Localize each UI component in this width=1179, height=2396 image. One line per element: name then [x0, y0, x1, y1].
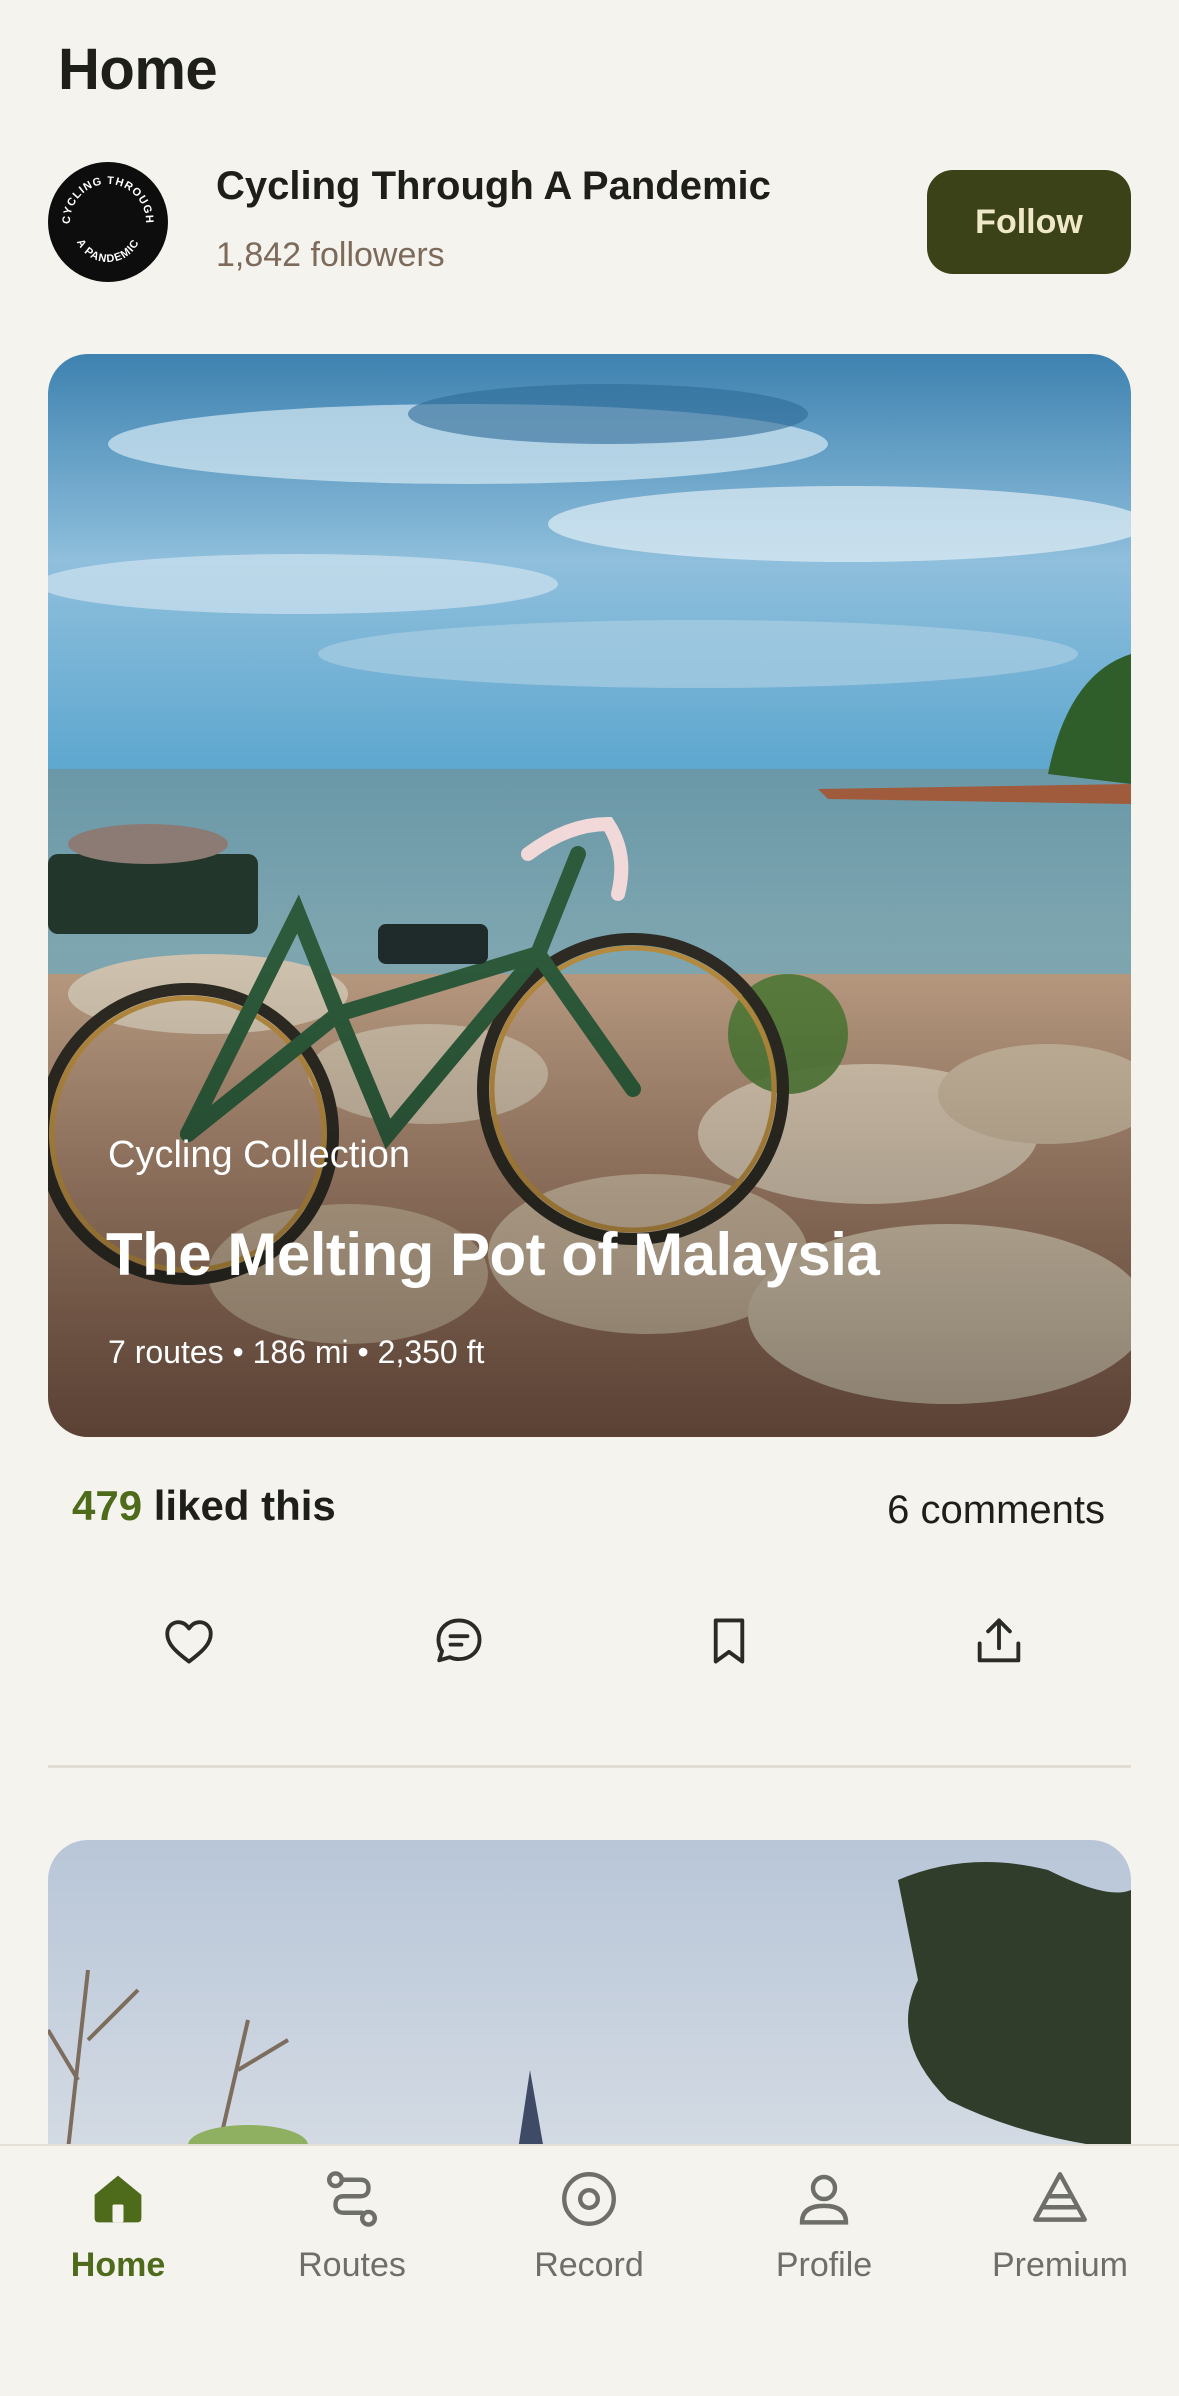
- nav-label-premium: Premium: [991, 2246, 1129, 2284]
- home-icon: [94, 2175, 142, 2223]
- collection-title: The Melting Pot of Malaysia: [106, 1221, 880, 1288]
- collection-card[interactable]: Cycling Collection The Melting Pot of Ma…: [48, 354, 1131, 1437]
- avatar[interactable]: CYCLING THROUGH A PANDEMIC: [48, 162, 168, 282]
- share-button[interactable]: [962, 1604, 1036, 1678]
- like-count-number: 479: [72, 1482, 143, 1529]
- comment-count[interactable]: 6 comments: [887, 1488, 1105, 1533]
- nav-label-home: Home: [70, 2246, 166, 2284]
- nav-item-home[interactable]: Home: [18, 2166, 218, 2316]
- like-button[interactable]: [152, 1604, 226, 1678]
- route-icon: [326, 2171, 378, 2227]
- bottom-nav-bar: Home Routes Record Profile Premium: [0, 2144, 1179, 2396]
- channel-header: CYCLING THROUGH A PANDEMIC Cycling Throu…: [48, 160, 1131, 284]
- bookmark-icon: [713, 1618, 745, 1664]
- follow-button[interactable]: Follow: [927, 170, 1131, 274]
- nav-item-routes[interactable]: Routes: [252, 2166, 452, 2316]
- comment-button[interactable]: [422, 1604, 496, 1678]
- record-icon: [562, 2172, 616, 2226]
- action-bar: [48, 1604, 1131, 1678]
- save-button[interactable]: [692, 1604, 766, 1678]
- page-title: Home: [58, 37, 218, 102]
- heart-icon: [165, 1620, 213, 1664]
- premium-icon: [1033, 2172, 1087, 2222]
- nav-label-record: Record: [534, 2246, 644, 2284]
- like-count-suffix: liked this: [142, 1482, 336, 1529]
- nav-item-premium[interactable]: Premium: [960, 2166, 1160, 2316]
- collection-stats: 7 routes • 186 mi • 2,350 ft: [108, 1334, 485, 1370]
- share-upload-icon: [977, 1618, 1021, 1663]
- nav-item-profile[interactable]: Profile: [724, 2166, 924, 2316]
- collection-type-label: Cycling Collection: [108, 1134, 411, 1176]
- channel-name[interactable]: Cycling Through A Pandemic: [216, 164, 771, 209]
- nav-label-profile: Profile: [775, 2246, 873, 2284]
- like-count[interactable]: 479 liked this: [72, 1482, 336, 1530]
- nav-item-record[interactable]: Record: [489, 2166, 689, 2316]
- chat-bubble-icon: [436, 1618, 482, 1663]
- follower-count: 1,842 followers: [216, 236, 445, 274]
- nav-label-routes: Routes: [298, 2246, 406, 2284]
- avatar-logo: CYCLING THROUGH A PANDEMIC: [50, 164, 166, 280]
- profile-icon: [799, 2174, 849, 2225]
- feed-divider: [48, 1765, 1131, 1768]
